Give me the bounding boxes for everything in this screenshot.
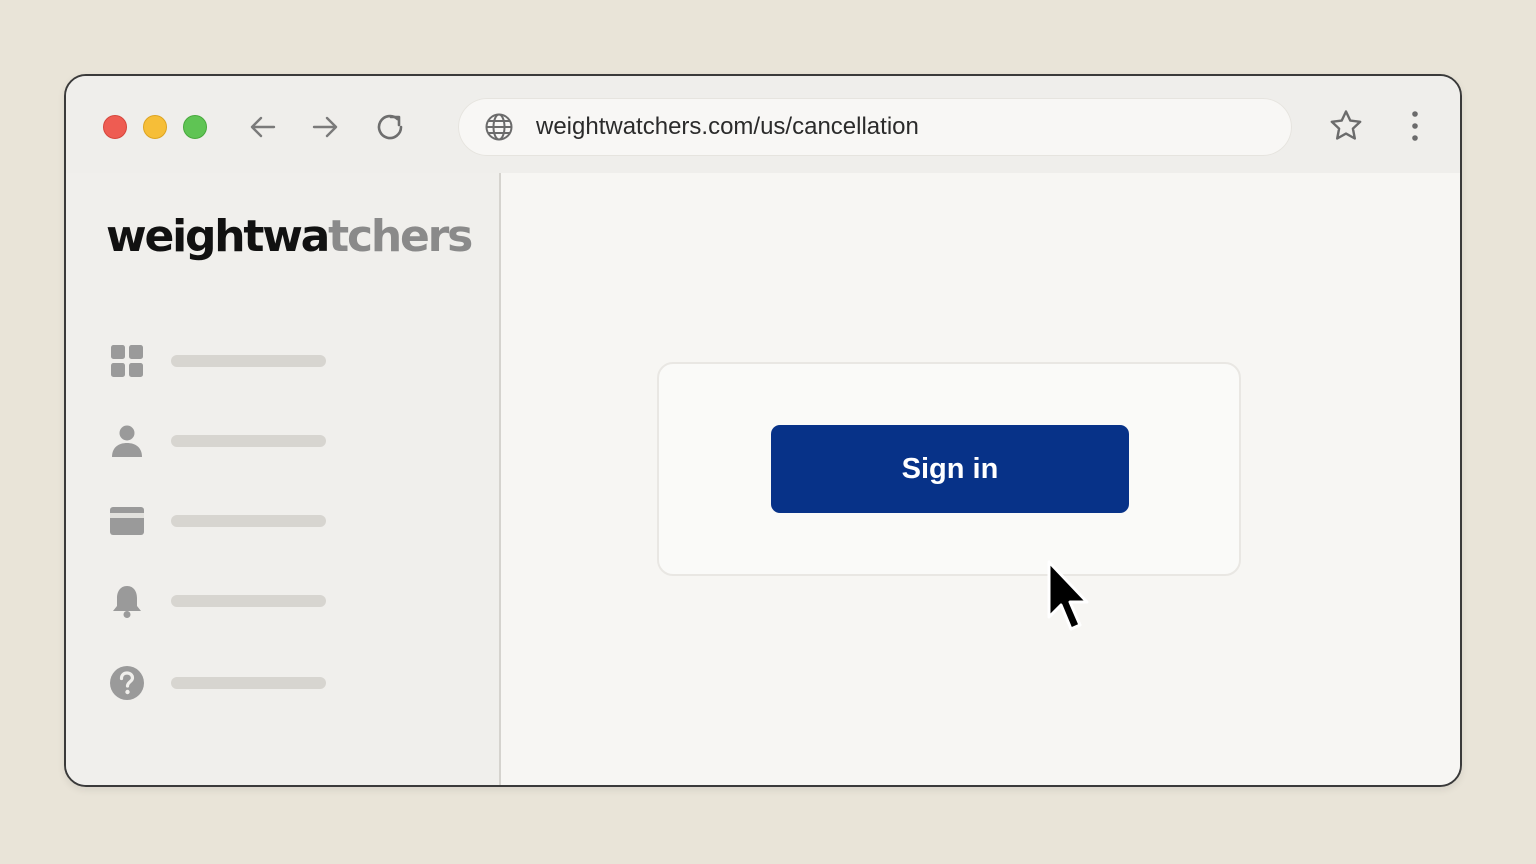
browser-toolbar: weightwatchers.com/us/cancellation bbox=[66, 76, 1460, 175]
minimize-window-button[interactable] bbox=[143, 115, 167, 139]
kebab-menu-icon[interactable] bbox=[1406, 110, 1424, 142]
reload-icon bbox=[377, 114, 403, 140]
mouse-pointer-icon bbox=[1047, 560, 1089, 631]
sidebar-item-notifications[interactable] bbox=[106, 581, 346, 621]
address-bar[interactable]: weightwatchers.com/us/cancellation bbox=[458, 98, 1292, 156]
globe-icon bbox=[485, 113, 513, 141]
close-window-button[interactable] bbox=[103, 115, 127, 139]
signin-card: Sign in bbox=[657, 362, 1241, 576]
arrow-left-icon bbox=[250, 116, 276, 138]
sidebar-item-help[interactable] bbox=[106, 663, 346, 703]
url-text: weightwatchers.com/us/cancellation bbox=[536, 113, 919, 140]
browser-window: weightwatchers.com/us/cancellation weigh… bbox=[64, 74, 1462, 787]
help-icon bbox=[110, 666, 144, 700]
back-button[interactable] bbox=[246, 110, 280, 144]
sidebar-item-placeholder bbox=[171, 515, 326, 527]
main-content: Sign in bbox=[501, 173, 1460, 785]
maximize-window-button[interactable] bbox=[183, 115, 207, 139]
logo-text-dark: weightwa bbox=[106, 211, 330, 262]
sidebar-item-billing[interactable] bbox=[106, 501, 346, 541]
reload-button[interactable] bbox=[373, 110, 407, 144]
sidebar-item-account[interactable] bbox=[106, 421, 346, 461]
sidebar-item-dashboard[interactable] bbox=[106, 341, 346, 381]
star-icon[interactable] bbox=[1328, 108, 1364, 144]
logo-text-light: tchers bbox=[328, 211, 473, 262]
sidebar-item-placeholder bbox=[171, 435, 326, 447]
arrow-right-icon bbox=[312, 116, 338, 138]
forward-button[interactable] bbox=[308, 110, 342, 144]
sidebar-item-placeholder bbox=[171, 595, 326, 607]
dashboard-grid-icon bbox=[111, 345, 143, 377]
sign-in-button[interactable]: Sign in bbox=[771, 425, 1129, 513]
credit-card-icon bbox=[110, 507, 144, 535]
weightwatchers-logo[interactable]: weightwatchers bbox=[106, 211, 473, 262]
sidebar: weightwatchers bbox=[66, 173, 501, 785]
sidebar-item-placeholder bbox=[171, 355, 326, 367]
sidebar-item-placeholder bbox=[171, 677, 326, 689]
bell-icon bbox=[113, 586, 141, 618]
user-icon bbox=[112, 425, 142, 457]
